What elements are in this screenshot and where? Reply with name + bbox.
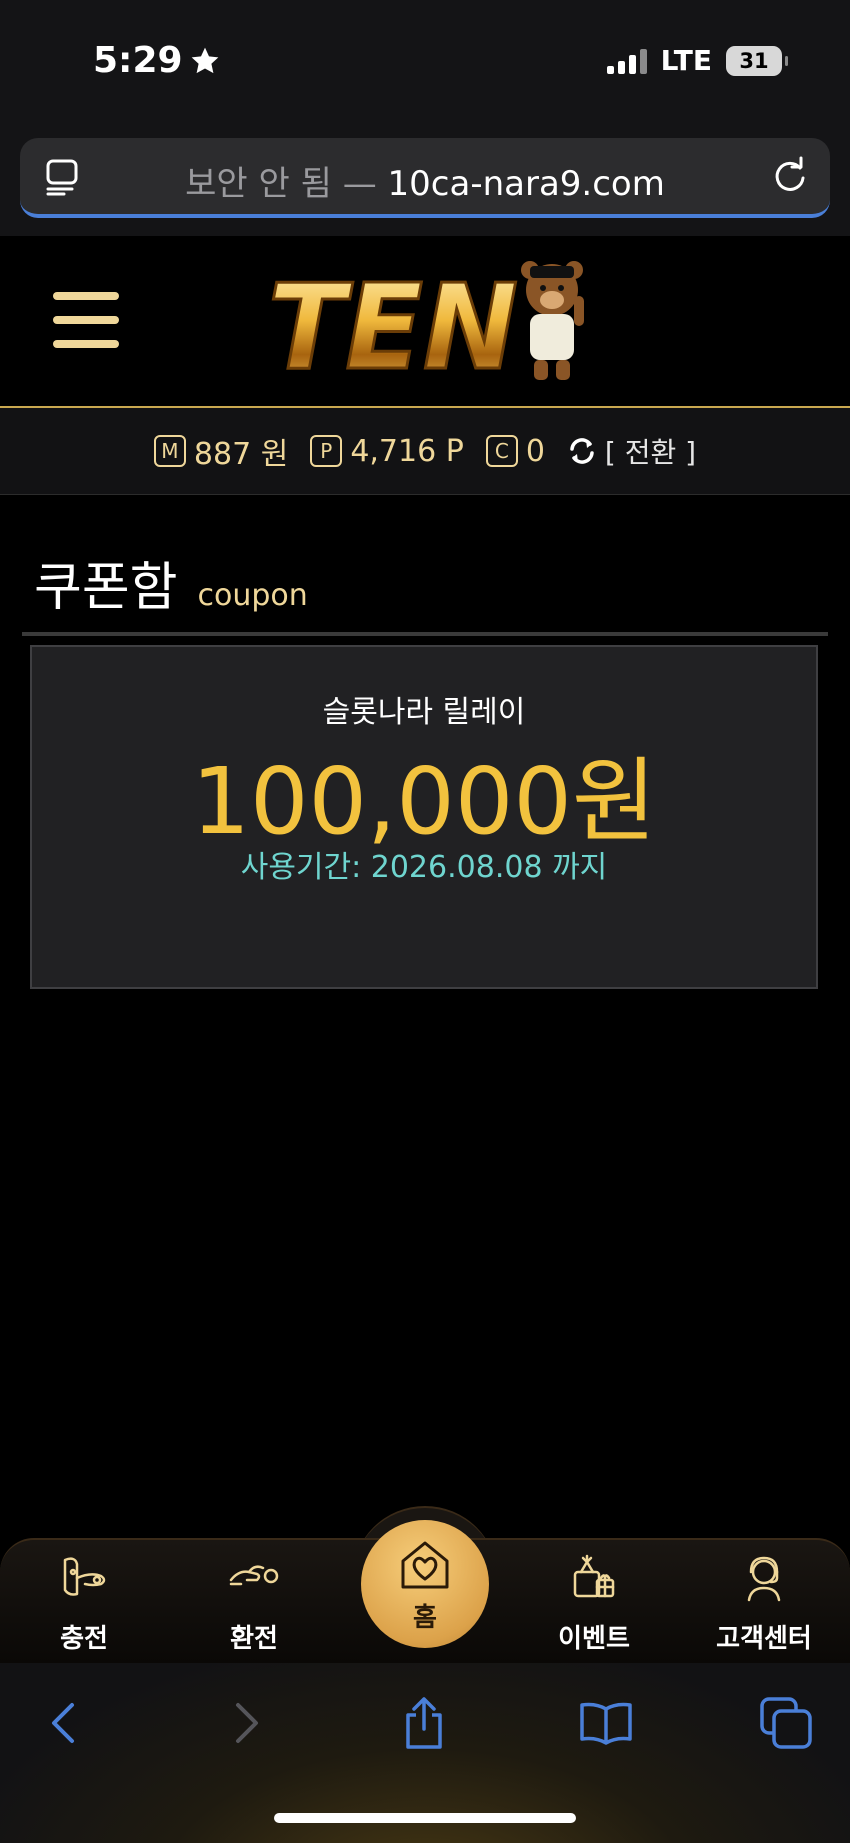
reload-icon[interactable] [770,156,810,196]
home-button[interactable]: 홈 [361,1520,489,1648]
status-indicators: LTE 31 [606,44,788,77]
address-bar[interactable]: 보안 안 됨 — 10ca-nara9.com [20,138,830,218]
ios-status-bar: 5:29 LTE 31 [0,0,850,120]
coupon-name: 슬롯나라 릴레이 [322,695,526,730]
money-balance: M 887 원 [153,429,289,473]
coupon-expiry: 사용기간: 2026.08.08 까지 [240,850,608,885]
url-domain: 10ca-nara9.com [387,164,665,204]
hamburger-menu-button[interactable] [53,292,119,348]
home-heart-icon [401,1541,449,1588]
convert-button[interactable]: [ 전환 ] [567,431,696,471]
coupon-amount: 100,000원 [191,748,657,855]
withdraw-icon [229,1565,279,1586]
cellular-signal-icon [606,48,647,74]
nav-withdraw-label: 환전 [230,1624,278,1654]
title-divider [22,632,828,636]
network-type: LTE [660,44,712,77]
battery-level: 31 [739,48,769,73]
nav-event[interactable]: 이벤트 [534,1550,654,1655]
page-subtitle: coupon [197,578,308,613]
refresh-icon [570,438,594,464]
forward-arrow-icon[interactable] [218,1695,274,1751]
point-balance: P 4,716 P [310,434,464,469]
deposit-icon [63,1557,106,1596]
coin-icon: C [485,435,518,467]
point-value: 4,716 P [350,433,464,469]
nav-deposit-label: 충전 [60,1624,108,1654]
coin-value: 0 [525,433,545,469]
url-separator: — [331,164,388,204]
status-time-text: 5:29 [93,40,183,81]
nav-event-label: 이벤트 [558,1624,630,1654]
nav-support-label: 고객센터 [716,1624,812,1654]
money-icon: M [153,435,186,467]
nav-deposit[interactable]: 충전 [24,1550,144,1655]
ten-logo[interactable]: TEN [262,256,592,386]
balance-bar: M 887 원 P 4,716 P C 0 [ 전환 ] [0,408,850,495]
gift-icon [573,1554,615,1598]
money-value: 887 원 [193,437,289,472]
page-title: 쿠폰함 coupon [34,545,308,620]
logo-text: TEN [268,258,518,386]
tabs-icon[interactable] [758,1695,814,1751]
home-indicator [274,1813,576,1823]
coin-balance: C 0 [485,433,545,469]
page-title-text: 쿠폰함 [34,558,178,618]
coupon-card[interactable]: 슬롯나라 릴레이 100,000원 사용기간: 2026.08.08 까지 [30,645,818,989]
browser-address-area: 보안 안 됨 — 10ca-nara9.com [0,120,850,236]
share-icon[interactable] [396,1695,452,1751]
back-arrow-icon[interactable] [36,1695,92,1751]
bookmarks-icon[interactable] [578,1695,634,1751]
status-time: 5:29 [93,40,221,81]
url-text[interactable]: 보안 안 됨 — 10ca-nara9.com [20,156,830,205]
security-warning: 보안 안 됨 [185,164,332,204]
battery-icon: 31 [726,45,788,76]
support-icon [747,1556,781,1602]
home-label: 홈 [413,1602,437,1633]
nav-support[interactable]: 고객센터 [704,1550,824,1655]
bear-mascot-icon [521,261,584,380]
convert-label: [ 전환 ] [604,436,697,469]
site-header: TEN [0,236,850,408]
point-icon: P [310,435,343,467]
nav-withdraw[interactable]: 환전 [194,1550,314,1655]
star-icon [191,47,218,73]
